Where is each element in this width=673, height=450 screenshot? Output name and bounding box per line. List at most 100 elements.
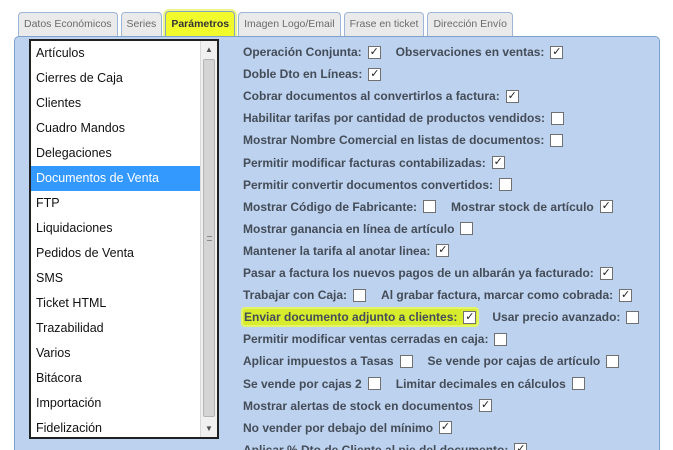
list-item-delegaciones[interactable]: Delegaciones: [31, 141, 202, 166]
option-row: Aplicar % Dto de Cliente al pie del docu…: [243, 442, 528, 450]
option-label: Mostrar Nombre Comercial en listas de do…: [243, 133, 545, 148]
checkmark-icon: ✓: [552, 45, 562, 58]
list-item-pedidos-de-venta[interactable]: Pedidos de Venta: [31, 241, 202, 266]
option-label: Al grabar factura, marcar como cobrada:: [381, 288, 614, 303]
checkbox-mostrar-stock-de-articulo[interactable]: ✓: [599, 200, 613, 214]
option-label: Usar precio avanzado:: [492, 310, 621, 325]
checkbox-trabajar-con-caja[interactable]: [353, 288, 367, 302]
tab-bar: Datos Económicos Series Parámetros Imagen L…: [18, 11, 516, 36]
option-label: Se vende por cajas 2: [243, 376, 362, 391]
option-row: Permitir convertir documentos convertido…: [243, 177, 513, 193]
option-row: Mostrar Código de Fabricante: Mostrar sto…: [243, 199, 613, 215]
checkmark-icon: ✓: [480, 399, 491, 412]
list-item-articulos[interactable]: Artículos: [31, 41, 202, 66]
checkbox-permitir-convertir-documentos-convertidos[interactable]: [499, 178, 513, 192]
tab-direccion-envio[interactable]: Dirección Envío: [427, 12, 513, 36]
tab-datos-economicos[interactable]: Datos Económicos: [18, 12, 118, 36]
option-row: Enviar documento adjunto a clientes: ✓ Usa…: [243, 309, 640, 326]
option-label: Trabajar con Caja:: [243, 288, 348, 303]
checkbox-doble-dto-en-lineas[interactable]: ✓: [368, 67, 382, 81]
option-permitir-modificar-ventas-cerradas-en-caja: Permitir modificar ventas cerradas en ca…: [243, 331, 508, 347]
option-mostrar-alertas-de-stock-en-documentos: Mostrar alertas de stock en documentos ✓: [243, 398, 493, 414]
checkbox-limitar-decimales-en-calculos[interactable]: [571, 377, 585, 390]
option-mantener-la-tarifa-al-anotar-linea: Mantener la tarifa al anotar linea: ✓: [243, 243, 450, 259]
tab-series[interactable]: Series: [120, 12, 163, 36]
scroll-up-arrow-icon[interactable]: ▲: [201, 41, 217, 58]
checkmark-icon: ✓: [369, 45, 379, 58]
option-label: Cobrar documentos al convertirlos a fact…: [243, 89, 500, 104]
list-item-importacion[interactable]: Importación: [31, 391, 202, 416]
list-item-cuadro-mandos[interactable]: Cuadro Mandos: [31, 116, 202, 141]
checkbox-aplicar-dto-de-cliente-al-pie-del-documento[interactable]: ✓: [514, 443, 528, 450]
checkbox-aplicar-impuestos-a-tasas[interactable]: [399, 354, 413, 368]
option-row: Habilitar tarifas por cantidad de produc…: [243, 110, 565, 126]
list-item-trazabilidad[interactable]: Trazabilidad: [31, 316, 202, 341]
option-label: Operación Conjunta:: [243, 45, 362, 59]
option-no-vender-por-debajo-del-minimo: No vender por debajo del mínimo ✓: [243, 420, 453, 436]
option-enviar-documento-adjunto-a-clientes: Enviar documento adjunto a clientes: ✓: [243, 309, 478, 326]
list-item-liquidaciones[interactable]: Liquidaciones: [31, 216, 202, 241]
list-item-documentos-de-venta[interactable]: Documentos de Venta: [31, 166, 202, 191]
checkmark-icon: ✓: [507, 89, 517, 102]
sections-listbox[interactable]: Artículos Cierres de Caja Clientes Cuadro M…: [29, 39, 219, 439]
checkbox-se-vende-por-cajas-de-articulo[interactable]: [606, 354, 620, 368]
checkbox-mostrar-alertas-de-stock-en-documentos[interactable]: ✓: [479, 399, 493, 413]
checkbox-se-vende-por-cajas-2[interactable]: [367, 377, 381, 390]
tab-parametros[interactable]: Parámetros: [165, 11, 236, 36]
option-doble-dto-en-lineas: Doble Dto en Líneas: ✓: [243, 66, 382, 82]
option-trabajar-con-caja: Trabajar con Caja:: [243, 287, 367, 303]
list-item-fidelizacion[interactable]: Fidelización: [31, 416, 202, 441]
list-item-bitacora[interactable]: Bitácora: [31, 366, 202, 391]
option-label: Se vende por cajas de artículo: [427, 354, 601, 369]
option-label: Permitir convertir documentos convertido…: [243, 177, 494, 192]
option-label: No vender por debajo del mínimo: [243, 420, 434, 435]
checkbox-permitir-modificar-ventas-cerradas-en-caja[interactable]: [494, 332, 508, 346]
option-label: Mostrar stock de artículo: [451, 199, 594, 214]
checkbox-permitir-modificar-facturas-contabilizadas[interactable]: ✓: [491, 156, 505, 169]
option-label: Permitir modificar facturas contabilizad…: [243, 155, 486, 170]
checkbox-habilitar-tarifas-por-cantidad-de-productos-vendidos[interactable]: [551, 111, 565, 125]
option-label: Observaciones en ventas:: [395, 45, 545, 59]
tab-imagen-logo-email[interactable]: Imagen Logo/Email: [238, 12, 341, 36]
option-row: Mantener la tarifa al anotar linea: ✓: [243, 243, 450, 259]
option-permitir-convertir-documentos-convertidos: Permitir convertir documentos convertido…: [243, 177, 513, 193]
scrollbar-thumb[interactable]: [203, 59, 215, 417]
option-label: Pasar a factura los nuevos pagos de un a…: [243, 266, 594, 280]
option-row: Se vende por cajas 2 Limitar decimales en…: [243, 376, 585, 392]
checkmark-icon: ✓: [621, 288, 631, 301]
checkbox-no-vender-por-debajo-del-minimo[interactable]: ✓: [439, 421, 453, 435]
checkbox-mantener-la-tarifa-al-anotar-linea[interactable]: ✓: [436, 244, 450, 258]
checkbox-enviar-documento-adjunto-a-clientes[interactable]: ✓: [463, 310, 477, 324]
checkbox-mostrar-codigo-de-fabricante[interactable]: [423, 200, 437, 214]
scroll-down-arrow-icon[interactable]: ▼: [201, 420, 217, 437]
checkbox-pasar-a-factura-los-nuevos-pagos-de-un-albaran-ya-facturado[interactable]: ✓: [599, 266, 613, 280]
checkmark-icon: ✓: [601, 266, 611, 279]
list-item-ticket-html[interactable]: Ticket HTML: [31, 291, 202, 316]
checkbox-operacion-conjunta[interactable]: ✓: [367, 45, 381, 59]
tab-frase-en-ticket[interactable]: Frase en ticket: [343, 12, 425, 36]
checkbox-mostrar-nombre-comercial-en-listas-de-documentos[interactable]: [550, 133, 564, 147]
checkbox-cobrar-documentos-al-convertirlos-a-factura[interactable]: ✓: [505, 89, 519, 103]
option-row: Mostrar Nombre Comercial en listas de do…: [243, 132, 564, 148]
checkbox-usar-precio-avanzado[interactable]: [626, 310, 640, 324]
option-row: Permitir modificar facturas contabilizad…: [243, 155, 505, 171]
checkbox-observaciones-en-ventas[interactable]: ✓: [550, 45, 564, 59]
option-permitir-modificar-facturas-contabilizadas: Permitir modificar facturas contabilizad…: [243, 155, 505, 171]
checkbox-al-grabar-factura-marcar-como-cobrada[interactable]: ✓: [619, 288, 633, 302]
list-item-cierres-de-caja[interactable]: Cierres de Caja: [31, 66, 202, 91]
checkbox-mostrar-ganancia-en-linea-de-articulo[interactable]: [460, 222, 474, 236]
option-row: No vender por debajo del mínimo ✓: [243, 420, 453, 436]
list-item-ftp[interactable]: FTP: [31, 191, 202, 216]
listbox-scrollbar[interactable]: ▲ ▼: [200, 41, 217, 437]
option-row: Aplicar impuestos a Tasas Se vende por ca…: [243, 353, 620, 369]
option-row: Operación Conjunta: ✓ Observaciones en ven…: [243, 44, 564, 60]
option-label: Mostrar ganancia en línea de artículo: [243, 221, 455, 236]
list-item-varios[interactable]: Varios: [31, 341, 202, 366]
list-item-sms[interactable]: SMS: [31, 266, 202, 291]
option-se-vende-por-cajas-de-articulo: Se vende por cajas de artículo: [428, 353, 620, 369]
list-item-clientes[interactable]: Clientes: [31, 91, 202, 116]
option-label: Habilitar tarifas por cantidad de produc…: [243, 111, 546, 126]
option-mostrar-ganancia-en-linea-de-articulo: Mostrar ganancia en línea de artículo: [243, 221, 474, 237]
option-al-grabar-factura-marcar-como-cobrada: Al grabar factura, marcar como cobrada: ✓: [381, 287, 633, 303]
option-aplicar-impuestos-a-tasas: Aplicar impuestos a Tasas: [243, 353, 413, 369]
